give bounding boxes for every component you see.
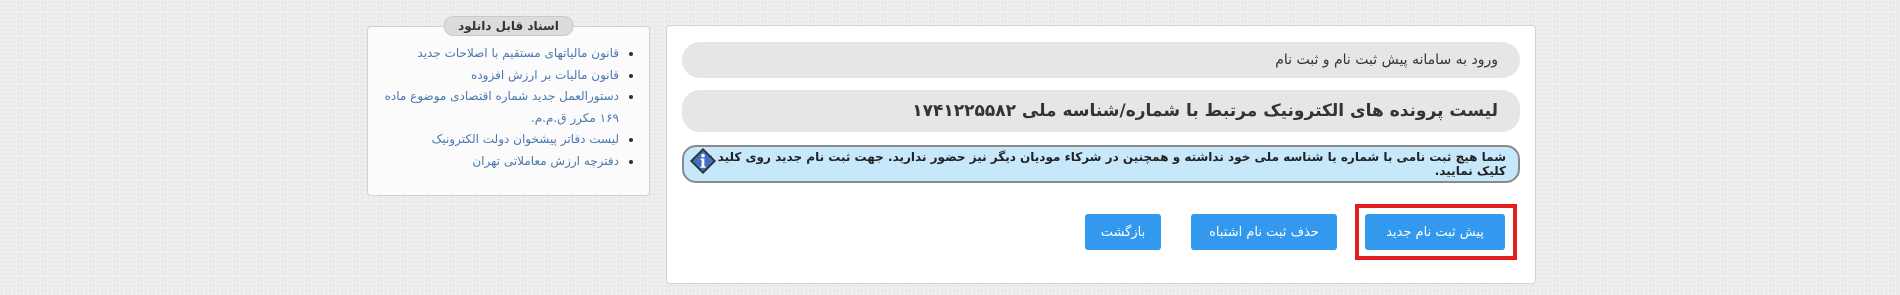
list-item: قانون مالیاتهای مستقیم با اصلاحات جدید bbox=[382, 43, 619, 65]
case-list-title: لیست پرونده های الکترونیک مرتبط با شماره… bbox=[912, 101, 1498, 121]
doc-link-e-gov-offices[interactable]: لیست دفاتر پیشخوان دولت الکترونیک bbox=[432, 132, 619, 146]
list-item: دستورالعمل جدید شماره اقتصادی موضوع ماده… bbox=[382, 86, 619, 129]
back-button[interactable]: بازگشت bbox=[1085, 214, 1161, 250]
list-item: دفترچه ارزش معاملاتی تهران bbox=[382, 151, 619, 173]
doc-link-tehran-transaction-value[interactable]: دفترچه ارزش معاملاتی تهران bbox=[472, 154, 619, 168]
login-title: ورود به سامانه پیش ثبت نام و ثبت نام bbox=[1275, 52, 1498, 68]
new-pre-registration-button[interactable]: پیش ثبت نام جدید bbox=[1365, 214, 1505, 250]
docs-list: قانون مالیاتهای مستقیم با اصلاحات جدید ق… bbox=[368, 43, 649, 172]
downloadable-docs-box: اسناد قابل دانلود قانون مالیاتهای مستقیم… bbox=[367, 16, 650, 196]
list-item: لیست دفاتر پیشخوان دولت الکترونیک bbox=[382, 129, 619, 151]
case-list-title-bar: لیست پرونده های الکترونیک مرتبط با شماره… bbox=[682, 90, 1520, 132]
doc-link-direct-tax-law[interactable]: قانون مالیاتهای مستقیم با اصلاحات جدید bbox=[417, 46, 619, 60]
docs-box-title: اسناد قابل دانلود bbox=[443, 16, 574, 36]
doc-link-vat-law[interactable]: قانون مالیات بر ارزش افزوده bbox=[471, 68, 619, 82]
delete-wrong-registration-button[interactable]: حذف ثبت نام اشتباه bbox=[1191, 214, 1337, 250]
login-title-bar: ورود به سامانه پیش ثبت نام و ثبت نام bbox=[682, 42, 1520, 78]
info-message: شما هیچ ثبت نامی با شماره یا شناسه ملی خ… bbox=[694, 150, 1506, 178]
list-item: قانون مالیات بر ارزش افزوده bbox=[382, 65, 619, 87]
info-message-bar: شما هیچ ثبت نامی با شماره یا شناسه ملی خ… bbox=[682, 145, 1520, 183]
main-panel: ورود به سامانه پیش ثبت نام و ثبت نام لیس… bbox=[666, 25, 1536, 284]
info-icon bbox=[690, 148, 716, 174]
doc-link-economic-number-instruction[interactable]: دستورالعمل جدید شماره اقتصادی موضوع ماده… bbox=[385, 89, 619, 125]
